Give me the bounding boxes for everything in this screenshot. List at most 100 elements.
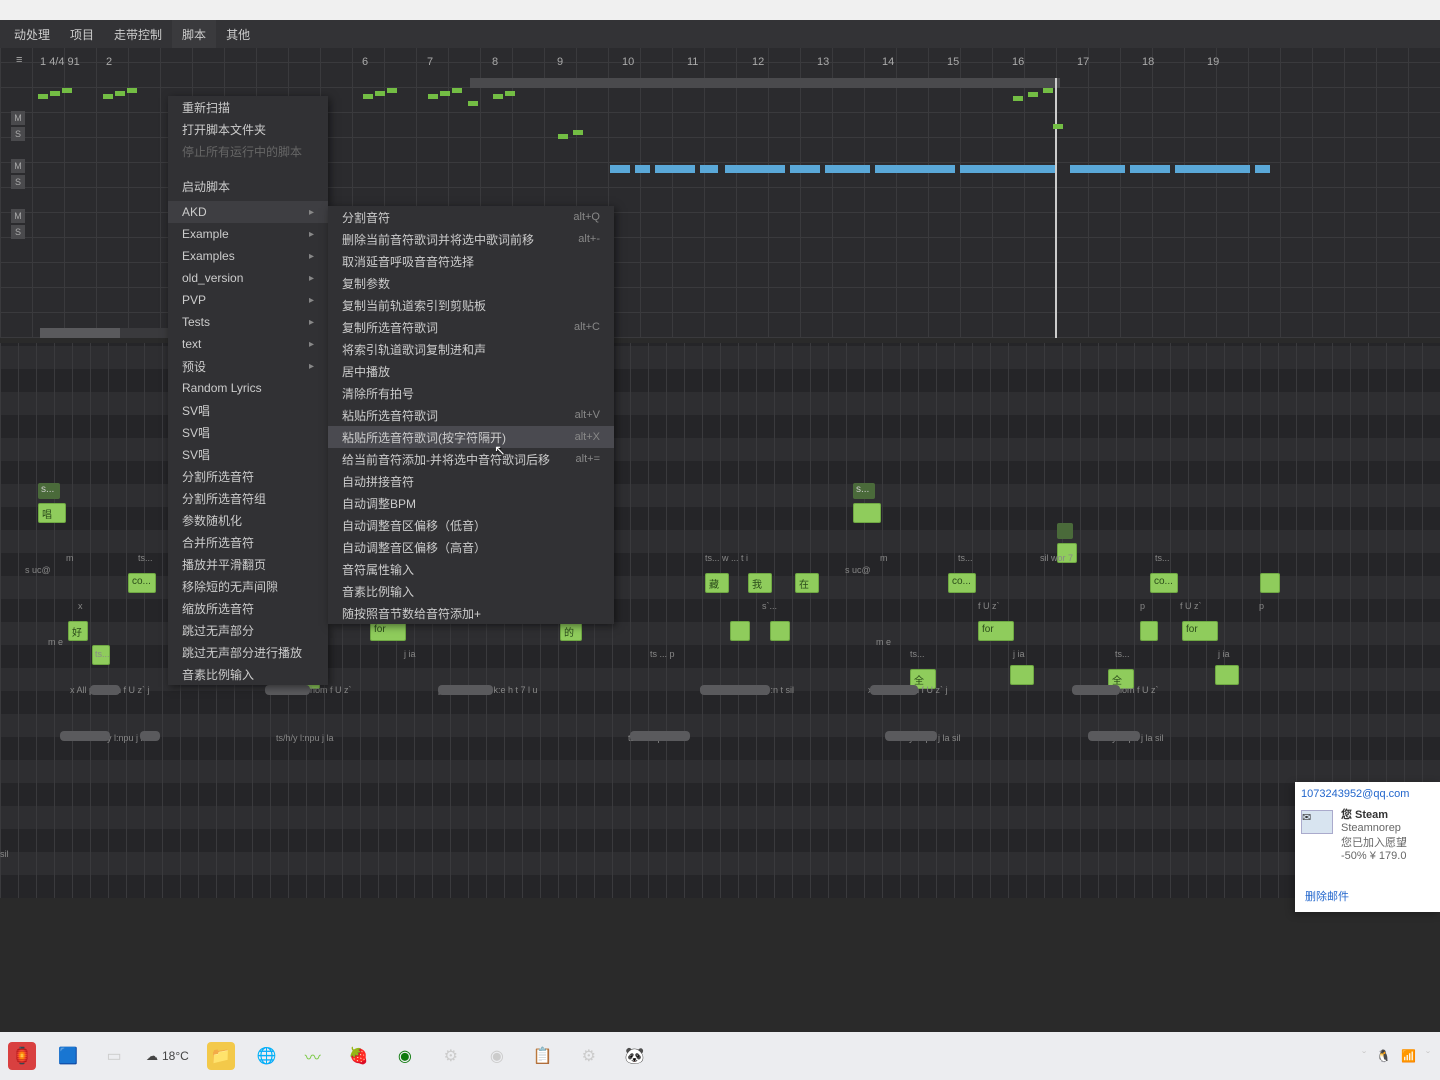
settings-icon[interactable]: ⚙: [575, 1042, 603, 1070]
submenu-old-version[interactable]: old_version▸: [168, 267, 328, 289]
task-view-icon[interactable]: ▭: [100, 1042, 128, 1070]
tray-qq-icon[interactable]: 🐧: [1376, 1049, 1391, 1063]
note[interactable]: [853, 503, 881, 523]
sub-deselect-breath[interactable]: 取消延音呼吸音音符选择: [328, 250, 614, 272]
sub-auto-offset-low[interactable]: 自动调整音区偏移（低音）: [328, 514, 614, 536]
submenu-examples[interactable]: Examples▸: [168, 245, 328, 267]
mute-button[interactable]: M: [11, 209, 25, 223]
mute-button[interactable]: M: [11, 159, 25, 173]
note[interactable]: [1057, 523, 1073, 539]
menu-other[interactable]: 其他: [216, 20, 260, 49]
menu-random-lyrics[interactable]: Random Lyrics: [168, 377, 328, 399]
tray-chevron-icon[interactable]: ˇ: [1362, 1049, 1366, 1063]
sub-center-play[interactable]: 居中播放: [328, 360, 614, 382]
note[interactable]: for: [370, 621, 406, 641]
menu-transport[interactable]: 走带控制: [104, 20, 172, 49]
note[interactable]: [1010, 665, 1034, 685]
obs-icon[interactable]: ◉: [483, 1042, 511, 1070]
menu-open-script-folder[interactable]: 打开脚本文件夹: [168, 118, 328, 140]
ruler-top[interactable]: ≡ 1 4/4 91 2 6 7 8 9 10 11 12 13 14 15 1…: [0, 48, 1440, 78]
sub-paste-lyrics[interactable]: 粘贴所选音符歌词alt+V: [328, 404, 614, 426]
edge-icon[interactable]: 🌐: [253, 1042, 281, 1070]
tray-chevron-icon[interactable]: ˇ: [1426, 1049, 1430, 1063]
menu-sv-sing-1[interactable]: SV唱: [168, 399, 328, 421]
email-notification[interactable]: 1073243952@qq.com ✉ 您 Steam Steamnorep 您…: [1295, 782, 1440, 912]
sub-auto-bpm[interactable]: 自动调整BPM: [328, 492, 614, 514]
blue-audio-track[interactable]: [610, 163, 1440, 175]
copilot-icon[interactable]: 🟦: [54, 1042, 82, 1070]
menu-auto-process[interactable]: 动处理: [4, 20, 60, 49]
note[interactable]: co...: [1150, 573, 1178, 593]
menu-split-note-groups[interactable]: 分割所选音符组: [168, 487, 328, 509]
note[interactable]: [770, 621, 790, 641]
sub-copy-lyrics[interactable]: 复制所选音符歌词alt+C: [328, 316, 614, 338]
app-icon[interactable]: 〰: [299, 1042, 327, 1070]
tray-wifi-icon[interactable]: 📶: [1401, 1049, 1416, 1063]
submenu-akd[interactable]: AKD▸: [168, 201, 328, 223]
note[interactable]: [1260, 573, 1280, 593]
note[interactable]: 好: [68, 621, 88, 641]
menu-play-smooth-scroll[interactable]: 播放并平滑翻页: [168, 553, 328, 575]
sub-paste-lyrics-split[interactable]: 粘贴所选音符歌词(按字符隔开)alt+X: [328, 426, 614, 448]
note[interactable]: s...: [853, 483, 875, 499]
submenu-pvp[interactable]: PVP▸: [168, 289, 328, 311]
sub-copy-to-harmony[interactable]: 将索引轨道歌词复制进和声: [328, 338, 614, 360]
taskbar-app-1[interactable]: 🏮: [8, 1042, 36, 1070]
system-tray[interactable]: ˇ 🐧 📶 ˇ: [1362, 1049, 1430, 1063]
menu-rescan[interactable]: 重新扫描: [168, 96, 328, 118]
fl-studio-icon[interactable]: 🍓: [345, 1042, 373, 1070]
note[interactable]: s...: [38, 483, 60, 499]
note[interactable]: co...: [128, 573, 156, 593]
menu-project[interactable]: 项目: [60, 20, 104, 49]
solo-button[interactable]: S: [11, 127, 25, 141]
sub-auto-offset-high[interactable]: 自动调整音区偏移（高音）: [328, 536, 614, 558]
user-app-icon[interactable]: 🐼: [621, 1042, 649, 1070]
note[interactable]: 藏: [705, 573, 729, 593]
sub-copy-track-index[interactable]: 复制当前轨道索引到剪贴板: [328, 294, 614, 316]
menu-phoneme-input[interactable]: 音素比例输入: [168, 663, 328, 685]
sub-split-note[interactable]: 分割音符alt+Q: [328, 206, 614, 228]
submenu-preset[interactable]: 预设▸: [168, 355, 328, 377]
weather-widget[interactable]: ☁ 18°C: [146, 1049, 189, 1063]
sub-add-dash-shift[interactable]: 给当前音符添加-并将选中音符歌词后移alt+=: [328, 448, 614, 470]
menu-sv-sing-3[interactable]: SV唱: [168, 443, 328, 465]
sub-note-attr-input[interactable]: 音符属性输入: [328, 558, 614, 580]
scrollbar-thumb[interactable]: [40, 328, 120, 338]
note[interactable]: for: [1182, 621, 1218, 641]
menu-randomize-params[interactable]: 参数随机化: [168, 509, 328, 531]
note[interactable]: 我: [748, 573, 772, 593]
note[interactable]: for: [978, 621, 1014, 641]
explorer-icon[interactable]: 📁: [207, 1042, 235, 1070]
notepad-icon[interactable]: 📋: [529, 1042, 557, 1070]
submenu-text[interactable]: text▸: [168, 333, 328, 355]
note[interactable]: 唱: [38, 503, 66, 523]
menu-merge-notes[interactable]: 合并所选音符: [168, 531, 328, 553]
sub-clear-timesig[interactable]: 清除所有拍号: [328, 382, 614, 404]
note[interactable]: [1215, 665, 1239, 685]
menu-sv-sing-2[interactable]: SV唱: [168, 421, 328, 443]
sub-phoneme-ratio[interactable]: 音素比例输入: [328, 580, 614, 602]
solo-button[interactable]: S: [11, 175, 25, 189]
sub-auto-splice[interactable]: 自动拼接音符: [328, 470, 614, 492]
note[interactable]: [1140, 621, 1158, 641]
menu-skip-silence[interactable]: 跳过无声部分: [168, 619, 328, 641]
menu-script[interactable]: 脚本: [172, 20, 216, 49]
menu-split-notes[interactable]: 分割所选音符: [168, 465, 328, 487]
submenu-tests[interactable]: Tests▸: [168, 311, 328, 333]
sub-copy-params[interactable]: 复制参数: [328, 272, 614, 294]
hamburger-icon[interactable]: ≡: [16, 54, 22, 66]
steam-icon[interactable]: ⚙: [437, 1042, 465, 1070]
note[interactable]: [730, 621, 750, 641]
xbox-icon[interactable]: ◉: [391, 1042, 419, 1070]
submenu-example[interactable]: Example▸: [168, 223, 328, 245]
menu-remove-short-gaps[interactable]: 移除短的无声间隙: [168, 575, 328, 597]
menu-scale-notes[interactable]: 缩放所选音符: [168, 597, 328, 619]
note[interactable]: 在: [795, 573, 819, 593]
note[interactable]: co...: [948, 573, 976, 593]
note[interactable]: 的: [560, 621, 582, 641]
solo-button[interactable]: S: [11, 225, 25, 239]
menu-skip-silence-play[interactable]: 跳过无声部分进行播放: [168, 641, 328, 663]
mute-button[interactable]: M: [11, 111, 25, 125]
sub-add-plus-syllable[interactable]: 随按照音节数给音符添加+: [328, 602, 614, 624]
delete-mail-button[interactable]: 删除邮件: [1305, 888, 1349, 904]
